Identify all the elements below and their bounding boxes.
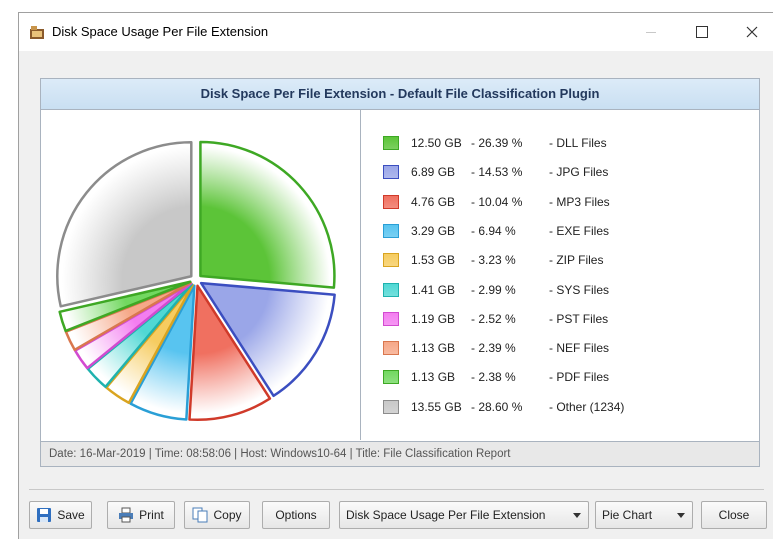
legend-percent: - 10.04 % bbox=[471, 194, 523, 209]
report-type-value: Disk Space Usage Per File Extension bbox=[346, 508, 546, 522]
window-title: Disk Space Usage Per File Extension bbox=[52, 24, 269, 39]
copy-icon bbox=[192, 507, 208, 523]
close-icon bbox=[746, 26, 758, 38]
legend-percent: - 26.39 % bbox=[471, 136, 523, 150]
chart-type-value: Pie Chart bbox=[602, 508, 653, 522]
legend-swatch bbox=[383, 253, 399, 268]
print-icon bbox=[119, 507, 134, 523]
legend-label: - SYS Files bbox=[549, 282, 610, 297]
report-type-select[interactable]: Disk Space Usage Per File Extension bbox=[339, 501, 589, 529]
save-icon bbox=[37, 508, 52, 522]
legend-item: 12.50 GB - 26.39 % - DLL Files bbox=[383, 134, 607, 152]
legend-item: 6.89 GB - 14.53 % - JPG Files bbox=[383, 163, 608, 181]
title-bar: Disk Space Usage Per File Extension bbox=[19, 13, 773, 51]
legend-swatch bbox=[383, 399, 399, 414]
minimize-button[interactable] bbox=[628, 13, 674, 51]
legend-item: 1.19 GB - 2.52 % - PST Files bbox=[383, 310, 608, 328]
pie-chart-area bbox=[41, 110, 361, 440]
legend-percent: - 3.23 % bbox=[471, 253, 516, 268]
legend-item: 1.41 GB - 2.99 % - SYS Files bbox=[383, 281, 609, 299]
legend-swatch bbox=[383, 194, 399, 209]
legend-swatch bbox=[383, 165, 399, 180]
legend-item: 13.55 GB - 28.60 % - Other (1234) bbox=[383, 398, 624, 416]
legend-swatch bbox=[383, 223, 399, 238]
legend-size: 1.53 GB bbox=[411, 253, 456, 268]
legend-percent: - 14.53 % bbox=[471, 165, 523, 180]
legend-item: 3.29 GB - 6.94 % - EXE Files bbox=[383, 222, 609, 240]
save-label: Save bbox=[57, 508, 85, 522]
chevron-down-icon bbox=[573, 513, 581, 518]
toolbar: Save Print Copy Options Disk Space Usage… bbox=[19, 501, 773, 533]
legend-size: 13.55 GB bbox=[411, 399, 462, 414]
legend-label: - EXE Files bbox=[549, 223, 610, 238]
maximize-button[interactable] bbox=[679, 13, 725, 51]
legend-size: 1.19 GB bbox=[411, 311, 456, 326]
legend-item: 4.76 GB - 10.04 % - MP3 Files bbox=[383, 193, 610, 211]
chart-type-select[interactable]: Pie Chart bbox=[595, 501, 693, 529]
report-header: Disk Space Per File Extension - Default … bbox=[41, 79, 759, 110]
options-label: Options bbox=[275, 508, 317, 522]
legend-item: 1.13 GB - 2.39 % - NEF Files bbox=[383, 339, 609, 357]
legend-percent: - 2.99 % bbox=[471, 282, 516, 297]
close-window-button[interactable] bbox=[729, 13, 773, 51]
legend-label: - ZIP Files bbox=[549, 253, 604, 268]
pie-chart bbox=[56, 140, 336, 422]
pie-slice-other-1234 bbox=[56, 141, 193, 308]
legend-item: 1.53 GB - 3.23 % - ZIP Files bbox=[383, 251, 603, 269]
app-icon bbox=[30, 26, 44, 39]
options-button[interactable]: Options bbox=[262, 501, 330, 529]
minimize-icon bbox=[646, 31, 656, 33]
close-button[interactable]: Close bbox=[701, 501, 767, 529]
legend-percent: - 2.52 % bbox=[471, 311, 516, 326]
legend-percent: - 2.38 % bbox=[471, 370, 516, 385]
legend-swatch bbox=[383, 136, 399, 150]
print-label: Print bbox=[139, 508, 164, 522]
report-footer: Date: 16-Mar-2019 | Time: 08:58:06 | Hos… bbox=[41, 441, 759, 466]
pie-slice-dll-files bbox=[199, 140, 336, 289]
legend-label: - PDF Files bbox=[549, 370, 609, 385]
save-button[interactable]: Save bbox=[29, 501, 92, 529]
legend-item: 1.13 GB - 2.38 % - PDF Files bbox=[383, 368, 609, 386]
legend-size: 1.13 GB bbox=[411, 370, 456, 385]
legend-label: - NEF Files bbox=[549, 341, 609, 356]
legend-size: 12.50 GB bbox=[411, 136, 462, 150]
legend-percent: - 2.39 % bbox=[471, 341, 516, 356]
legend-size: 3.29 GB bbox=[411, 223, 456, 238]
legend-label: - MP3 Files bbox=[549, 194, 610, 209]
chevron-down-icon bbox=[677, 513, 685, 518]
legend-percent: - 28.60 % bbox=[471, 399, 523, 414]
legend-swatch bbox=[383, 341, 399, 356]
legend-swatch bbox=[383, 370, 399, 385]
legend-size: 1.13 GB bbox=[411, 341, 456, 356]
maximize-icon bbox=[696, 26, 708, 38]
close-label: Close bbox=[718, 508, 750, 522]
legend-label: - DLL Files bbox=[549, 136, 607, 150]
legend-swatch bbox=[383, 282, 399, 297]
print-button[interactable]: Print bbox=[107, 501, 175, 529]
legend-swatch bbox=[383, 311, 399, 326]
legend-size: 1.41 GB bbox=[411, 282, 456, 297]
copy-label: Copy bbox=[213, 508, 242, 522]
legend-size: 6.89 GB bbox=[411, 165, 456, 180]
divider bbox=[29, 489, 764, 490]
legend-percent: - 6.94 % bbox=[471, 223, 516, 238]
legend: 12.50 GB - 26.39 % - DLL Files 6.89 GB - 14.… bbox=[361, 110, 759, 440]
copy-button[interactable]: Copy bbox=[184, 501, 250, 529]
report-panel: Disk Space Per File Extension - Default … bbox=[40, 78, 760, 467]
main-window: Disk Space Usage Per File Extension Disk… bbox=[18, 12, 773, 539]
legend-label: - JPG Files bbox=[549, 165, 609, 180]
legend-label: - PST Files bbox=[549, 311, 609, 326]
legend-label: - Other (1234) bbox=[549, 399, 625, 414]
legend-size: 4.76 GB bbox=[411, 194, 456, 209]
